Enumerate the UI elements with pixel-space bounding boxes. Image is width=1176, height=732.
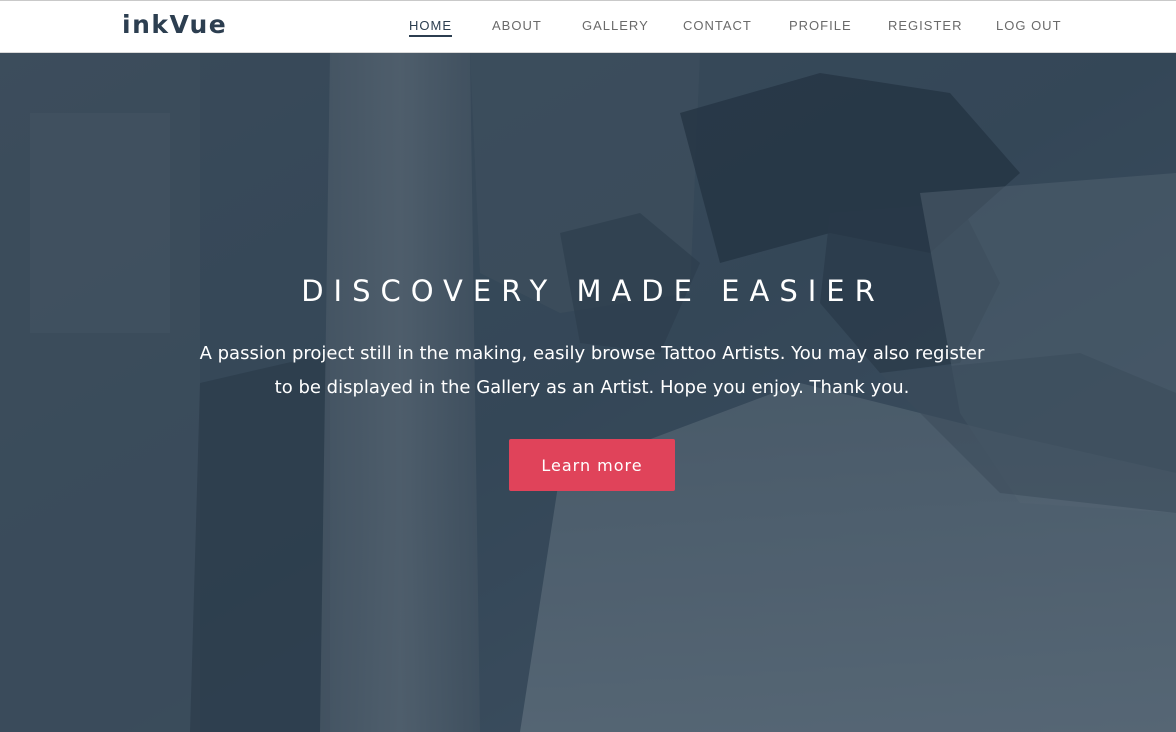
nav-link-gallery[interactable]: GALLERY: [582, 18, 649, 35]
nav-link-contact[interactable]: CONTACT: [683, 18, 752, 35]
nav-link-logout[interactable]: LOG OUT: [996, 18, 1062, 35]
hero-description-line-2: to be displayed in the Gallery as an Art…: [274, 377, 910, 398]
hero-description-line-1: A passion project still in the making, e…: [199, 343, 985, 364]
navbar: inkVue HOME ABOUT GALLERY CONTACT PROFIL…: [0, 0, 1176, 53]
learn-more-button[interactable]: Learn more: [509, 439, 675, 491]
hero-section: DISCOVERY MADE EASIER A passion project …: [0, 53, 1176, 732]
nav-link-profile[interactable]: PROFILE: [789, 18, 852, 35]
nav-link-register[interactable]: REGISTER: [888, 18, 962, 35]
hero-description: A passion project still in the making, e…: [188, 337, 996, 405]
nav-link-home[interactable]: HOME: [409, 18, 452, 37]
hero-title: DISCOVERY MADE EASIER: [301, 274, 885, 308]
nav-links: HOME ABOUT GALLERY CONTACT PROFILE REGIS…: [0, 1, 1176, 53]
nav-link-about[interactable]: ABOUT: [492, 18, 542, 35]
